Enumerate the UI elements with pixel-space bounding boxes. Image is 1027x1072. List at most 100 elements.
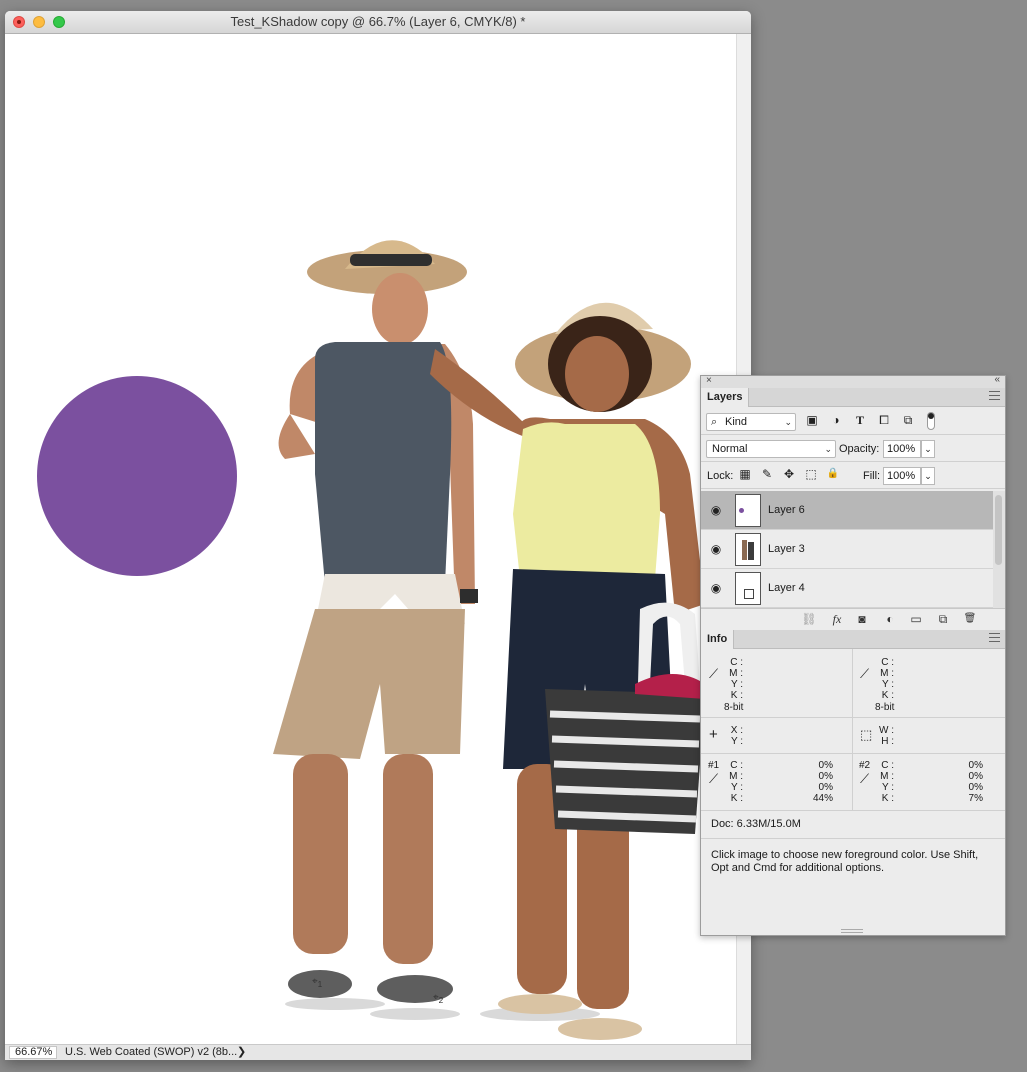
- title-bar[interactable]: Test_KShadow copy @ 66.7% (Layer 6, CMYK…: [5, 11, 751, 34]
- eyedropper-icon[interactable]: ⟋: [860, 667, 869, 681]
- zoom-level-field[interactable]: 66.67%: [9, 1046, 57, 1059]
- divider: [852, 649, 853, 717]
- visibility-eye-icon[interactable]: ◉: [709, 503, 723, 517]
- yellow-label: Y :: [730, 679, 743, 690]
- layers-scrollbar-thumb[interactable]: [995, 495, 1002, 565]
- panel-dock: × « Layers ⌕ Kind ⌄ ▣ ◑ T ⧠ ⧉ Normal ⌄ O…: [700, 374, 1006, 936]
- black-label: K :: [730, 793, 743, 804]
- layers-panel-menu-icon[interactable]: [989, 391, 1000, 400]
- yellow-label: Y :: [881, 679, 894, 690]
- info-panel-menu-icon[interactable]: [989, 633, 1000, 642]
- lock-all-icon[interactable]: 🔒: [825, 466, 841, 482]
- info-cmyk-row: ⟋ C : M : Y : K : 8-bit ⟋ C : M : Y : K …: [701, 649, 1005, 718]
- ground-shadow: [285, 998, 385, 1010]
- layer-thumbnail: [735, 494, 761, 527]
- sampler-2-id: #2: [859, 760, 871, 771]
- people-photo[interactable]: [255, 214, 715, 1044]
- info-help-text: Click image to choose new foreground col…: [711, 849, 979, 874]
- eyedropper-icon[interactable]: ⟋: [709, 772, 718, 786]
- sampler-1-yellow: 0%: [818, 782, 833, 793]
- lock-transparent-pixels-icon[interactable]: ▦: [737, 466, 753, 482]
- canvas[interactable]: ⌖1 ⌖2: [5, 34, 736, 1044]
- layer-thumbnail: [735, 572, 761, 605]
- new-group-icon[interactable]: ▭: [907, 611, 925, 627]
- document-title: Test_KShadow copy @ 66.7% (Layer 6, CMYK…: [230, 14, 526, 29]
- close-icon[interactable]: ×: [706, 375, 712, 386]
- layer-filter-row: ⌕ Kind ⌄ ▣ ◑ T ⧠ ⧉: [701, 408, 1005, 435]
- layers-tab-row: Layers: [701, 388, 1005, 407]
- filter-toggle-switch[interactable]: [927, 412, 935, 430]
- layer-name[interactable]: Layer 6: [768, 503, 805, 517]
- status-bar: 66.67% U.S. Web Coated (SWOP) v2 (8b... …: [5, 1044, 751, 1060]
- thumbnail-figure: [748, 542, 754, 560]
- color-profile-label[interactable]: U.S. Web Coated (SWOP) v2 (8b...: [65, 1046, 237, 1059]
- opacity-dropdown-button[interactable]: ⌄: [921, 440, 935, 458]
- bit-depth-label: 8-bit: [875, 702, 895, 713]
- lock-label: Lock:: [707, 470, 734, 482]
- magenta-label: M :: [729, 668, 743, 679]
- lock-image-pixels-icon[interactable]: ✎: [759, 466, 775, 482]
- link-layers-icon[interactable]: ⛓: [800, 611, 818, 627]
- opacity-label: Opacity:: [839, 443, 880, 455]
- shape-filter-icon[interactable]: ⧠: [877, 413, 891, 427]
- sampler-1-cyan: 0%: [818, 760, 833, 771]
- bit-depth-label: 8-bit: [724, 702, 744, 713]
- sampler-1-black: 44%: [812, 793, 833, 804]
- opacity-field[interactable]: 100%: [883, 440, 921, 458]
- smart-object-filter-icon[interactable]: ⧉: [901, 413, 915, 427]
- blend-mode-select[interactable]: Normal ⌄: [706, 440, 836, 458]
- doc-size-label: Doc: 6.33M/15.0M: [711, 818, 801, 830]
- kind-filter-select[interactable]: ⌕ Kind ⌄: [706, 413, 796, 431]
- info-position-row: + X : Y : ⬚ W : H :: [701, 718, 1005, 754]
- color-sampler-marker-2[interactable]: ⌖2: [433, 992, 443, 1005]
- purple-circle-shape[interactable]: [37, 376, 237, 576]
- adjustment-filter-icon[interactable]: ◑: [829, 413, 843, 427]
- divider: [852, 754, 853, 810]
- sampler-2-magenta: 0%: [968, 771, 983, 782]
- color-sampler-marker-1[interactable]: ⌖1: [312, 976, 322, 989]
- tab-info[interactable]: Info: [701, 630, 735, 649]
- type-filter-icon[interactable]: T: [853, 413, 867, 427]
- smart-object-badge-icon: [744, 589, 754, 599]
- layer-name[interactable]: Layer 4: [768, 581, 805, 595]
- lock-position-icon[interactable]: ✥: [781, 466, 797, 482]
- visibility-eye-icon[interactable]: ◉: [709, 581, 723, 595]
- visibility-eye-icon[interactable]: ◉: [709, 542, 723, 556]
- blend-opacity-row: Normal ⌄ Opacity: 100% ⌄: [701, 435, 1005, 462]
- adjustment-layer-icon[interactable]: ◐: [881, 611, 899, 627]
- eyedropper-icon[interactable]: ⟋: [709, 667, 718, 681]
- add-mask-icon[interactable]: ◙: [853, 611, 871, 627]
- purple-dot-thumbnail: [739, 508, 744, 513]
- trash-icon[interactable]: 🗑: [961, 611, 979, 627]
- image-filter-icon[interactable]: ▣: [805, 413, 819, 427]
- cyan-label: C :: [881, 760, 894, 771]
- status-menu-arrow-icon[interactable]: ❯: [237, 1046, 246, 1059]
- divider: [852, 718, 853, 753]
- eyedropper-icon[interactable]: ⟋: [860, 772, 869, 786]
- new-layer-icon[interactable]: ⧉: [934, 611, 952, 627]
- chevron-down-icon: ⌄: [824, 444, 832, 454]
- fill-field[interactable]: 100%: [883, 467, 921, 485]
- ground-shadow: [370, 1008, 460, 1020]
- black-label: K :: [881, 690, 894, 701]
- sampler-2-black: 7%: [968, 793, 983, 804]
- x-label: X :: [730, 725, 743, 736]
- fx-icon[interactable]: fx: [828, 611, 846, 627]
- layer-name[interactable]: Layer 3: [768, 542, 805, 556]
- selection-size-icon: ⬚: [860, 727, 873, 742]
- collapse-panels-icon[interactable]: «: [994, 374, 1000, 385]
- fill-dropdown-button[interactable]: ⌄: [921, 467, 935, 485]
- tab-layers[interactable]: Layers: [701, 388, 750, 407]
- resize-grip[interactable]: [841, 929, 863, 933]
- yellow-label: Y :: [881, 782, 894, 793]
- lock-artboard-icon[interactable]: ⬚: [803, 466, 819, 482]
- layer-row-layer-3[interactable]: ◉ Layer 3: [701, 530, 993, 569]
- layer-row-layer-4[interactable]: ◉ Layer 4: [701, 569, 993, 608]
- magenta-label: M :: [880, 771, 894, 782]
- yellow-label: Y :: [730, 782, 743, 793]
- layers-list: ◉ Layer 6 ◉ Layer 3 ◉ Layer 4: [701, 491, 993, 608]
- sampler-2-cyan: 0%: [968, 760, 983, 771]
- layers-scrollbar[interactable]: [993, 491, 1005, 608]
- layer-row-layer-6[interactable]: ◉ Layer 6: [701, 491, 993, 530]
- thumbnail-figure: [742, 540, 747, 560]
